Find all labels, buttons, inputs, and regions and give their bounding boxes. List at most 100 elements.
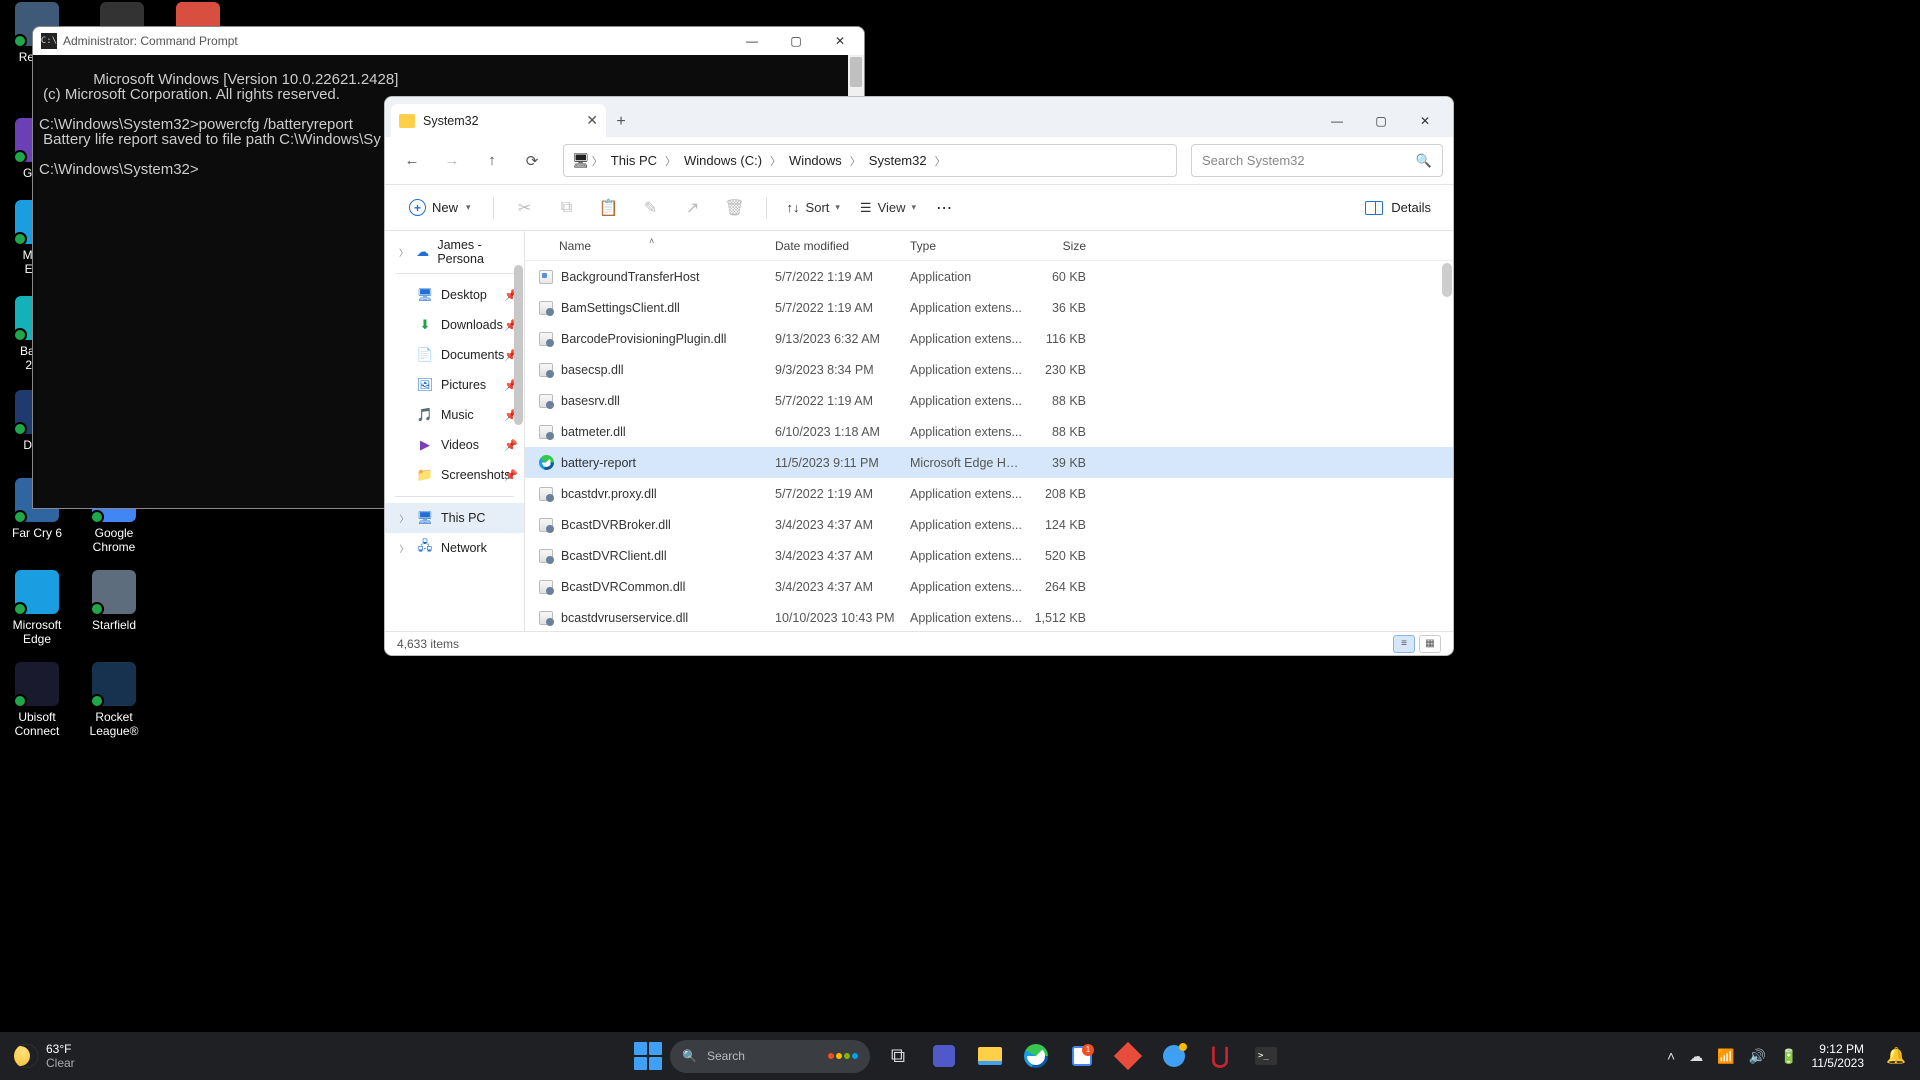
tab-close-button[interactable]: ✕ [586, 112, 598, 129]
delete-button[interactable]: 🗑 [716, 191, 754, 225]
expand-icon[interactable]: 〉 [399, 512, 409, 525]
tips-icon[interactable] [1154, 1036, 1194, 1076]
chevron-right-icon[interactable]: 〉 [590, 153, 605, 169]
paste-button[interactable]: 📋 [590, 191, 628, 225]
filelist-scrollbar[interactable] [1441, 261, 1453, 631]
cut-button[interactable]: ✂ [506, 191, 544, 225]
desktop-shortcut[interactable]: Starfield [78, 570, 150, 632]
column-date[interactable]: Date modified [775, 239, 910, 253]
file-date: 5/7/2022 1:19 AM [775, 394, 910, 408]
chevron-right-icon[interactable]: 〉 [663, 153, 678, 169]
column-type[interactable]: Type [910, 239, 1022, 253]
sidebar-scrollbar[interactable] [513, 231, 524, 631]
new-button[interactable]: + New ▾ [399, 194, 481, 221]
sidebar-item-network[interactable]: 〉 🖧 Network [385, 533, 524, 563]
file-row[interactable]: BamSettingsClient.dll5/7/2022 1:19 AMApp… [525, 292, 1453, 323]
file-row[interactable]: bcastdvruserservice.dll10/10/2023 10:43 … [525, 602, 1453, 631]
desktop-shortcut[interactable]: Ubisoft Connect [1, 662, 73, 738]
sidebar-item-thispc[interactable]: 〉 🖥 This PC [385, 503, 524, 533]
chevron-right-icon[interactable]: 〉 [848, 153, 863, 169]
explorer-tab[interactable]: System32 ✕ [391, 104, 606, 137]
chevron-right-icon[interactable]: 〉 [768, 153, 783, 169]
taskview-icon[interactable]: ⧉ [878, 1036, 918, 1076]
new-label: New [432, 200, 458, 215]
explorer-icon[interactable] [970, 1036, 1010, 1076]
copy-button[interactable]: ⧉ [548, 191, 586, 225]
sidebar-item-videos[interactable]: ▶Videos📌 [385, 430, 524, 460]
file-row[interactable]: basesrv.dll5/7/2022 1:19 AMApplication e… [525, 385, 1453, 416]
sidebar-item-documents[interactable]: 📄Documents📌 [385, 340, 524, 370]
explorer-maximize-button[interactable]: ▢ [1359, 104, 1403, 137]
new-tab-button[interactable]: + [606, 107, 636, 137]
view-large-button[interactable]: ▦ [1419, 635, 1441, 653]
file-date: 3/4/2023 4:37 AM [775, 549, 910, 563]
terminal-icon[interactable]: >_ [1246, 1036, 1286, 1076]
nav-up-button[interactable]: ↑ [475, 144, 509, 178]
taskbar-search[interactable]: 🔍 Search [670, 1040, 870, 1073]
store-icon[interactable]: 1 [1062, 1036, 1102, 1076]
taskbar-clock[interactable]: 9:12 PM 11/5/2023 [1812, 1042, 1865, 1071]
address-bar[interactable]: 🖥 〉 This PC 〉 Windows (C:) 〉 Windows 〉 S… [563, 144, 1177, 177]
explorer-close-button[interactable]: ✕ [1403, 104, 1447, 137]
file-row[interactable]: batmeter.dll6/10/2023 1:18 AMApplication… [525, 416, 1453, 447]
volume-icon[interactable]: 🔊 [1749, 1048, 1766, 1065]
nav-back-button[interactable]: ← [395, 144, 429, 178]
share-button[interactable]: ↗ [674, 191, 712, 225]
desktop-shortcut[interactable]: Rocket League® [78, 662, 150, 738]
explorer-sidebar: 〉 ☁ James - Persona 🖥Desktop📌⬇Downloads📌… [385, 231, 525, 631]
onedrive-tray-icon[interactable]: ☁ [1689, 1048, 1703, 1065]
breadcrumb[interactable]: Windows [783, 153, 848, 168]
sidebar-item-screenshots[interactable]: 📁Screenshots📌 [385, 460, 524, 490]
battery-icon[interactable]: 🔋 [1780, 1048, 1797, 1065]
wifi-icon[interactable]: 📶 [1717, 1048, 1734, 1065]
status-bar: 4,633 items ≡ ▦ [385, 631, 1453, 655]
sidebar-item-downloads[interactable]: ⬇Downloads📌 [385, 310, 524, 340]
explorer-minimize-button[interactable]: — [1315, 104, 1359, 137]
cmd-maximize-button[interactable]: ▢ [774, 27, 818, 55]
expand-icon[interactable]: 〉 [399, 246, 408, 259]
sidebar-item-onedrive[interactable]: 〉 ☁ James - Persona [385, 237, 524, 267]
sidebar-item-pictures[interactable]: 🖼Pictures📌 [385, 370, 524, 400]
tray-overflow-button[interactable]: ˄ [1667, 1048, 1675, 1064]
breadcrumb[interactable]: Windows (C:) [678, 153, 768, 168]
cmd-titlebar[interactable]: C:\ Administrator: Command Prompt — ▢ ✕ [33, 27, 864, 55]
column-size[interactable]: Size [1022, 239, 1094, 253]
sort-button[interactable]: ↑↓ Sort ▾ [779, 195, 848, 220]
cmd-close-button[interactable]: ✕ [818, 27, 862, 55]
explorer-search-input[interactable]: Search System32 🔍 [1191, 144, 1443, 177]
breadcrumb[interactable]: System32 [863, 153, 933, 168]
desktop-shortcut[interactable]: Microsoft Edge [1, 570, 73, 646]
nav-refresh-button[interactable]: ⟳ [515, 144, 549, 178]
file-row[interactable]: BcastDVRClient.dll3/4/2023 4:37 AMApplic… [525, 540, 1453, 571]
file-row[interactable]: BarcodeProvisioningPlugin.dll9/13/2023 6… [525, 323, 1453, 354]
sidebar-item-desktop[interactable]: 🖥Desktop📌 [385, 280, 524, 310]
file-row[interactable]: battery-report11/5/2023 9:11 PMMicrosoft… [525, 447, 1453, 478]
start-button[interactable] [634, 1042, 662, 1070]
notifications-button[interactable]: 🔔 [1882, 1042, 1910, 1070]
edge-icon[interactable] [1016, 1036, 1056, 1076]
view-button[interactable]: ☰ View ▾ [852, 195, 924, 221]
expand-icon[interactable]: 〉 [399, 542, 409, 555]
view-details-button[interactable]: ≡ [1393, 635, 1415, 653]
teams-icon[interactable] [924, 1036, 964, 1076]
chevron-down-icon: ▾ [835, 202, 840, 213]
file-row[interactable]: bcastdvr.proxy.dll5/7/2022 1:19 AMApplic… [525, 478, 1453, 509]
mcafee-icon[interactable]: ⋃ [1200, 1036, 1240, 1076]
nav-forward-button[interactable]: → [435, 144, 469, 178]
file-row[interactable]: BackgroundTransferHost5/7/2022 1:19 AMAp… [525, 261, 1453, 292]
file-size: 116 KB [1022, 332, 1094, 346]
file-row[interactable]: BcastDVRCommon.dll3/4/2023 4:37 AMApplic… [525, 571, 1453, 602]
more-button[interactable]: ⋯ [928, 198, 962, 218]
taskbar-weather[interactable]: 63°F Clear [0, 1042, 89, 1070]
cmd-minimize-button[interactable]: — [730, 27, 774, 55]
file-row[interactable]: BcastDVRBroker.dll3/4/2023 4:37 AMApplic… [525, 509, 1453, 540]
column-name[interactable]: Name ˄ [537, 239, 775, 253]
chevron-right-icon[interactable]: 〉 [933, 153, 948, 169]
taskbar: 63°F Clear 🔍 Search ⧉ 1 ⋃ >_ ˄ ☁ 📶 🔊 [0, 1032, 1920, 1080]
app-icon[interactable] [1108, 1036, 1148, 1076]
file-row[interactable]: basecsp.dll9/3/2023 8:34 PMApplication e… [525, 354, 1453, 385]
sidebar-item-music[interactable]: 🎵Music📌 [385, 400, 524, 430]
breadcrumb[interactable]: This PC [605, 153, 663, 168]
rename-button[interactable]: ✎ [632, 191, 670, 225]
details-pane-button[interactable]: Details [1357, 195, 1439, 220]
